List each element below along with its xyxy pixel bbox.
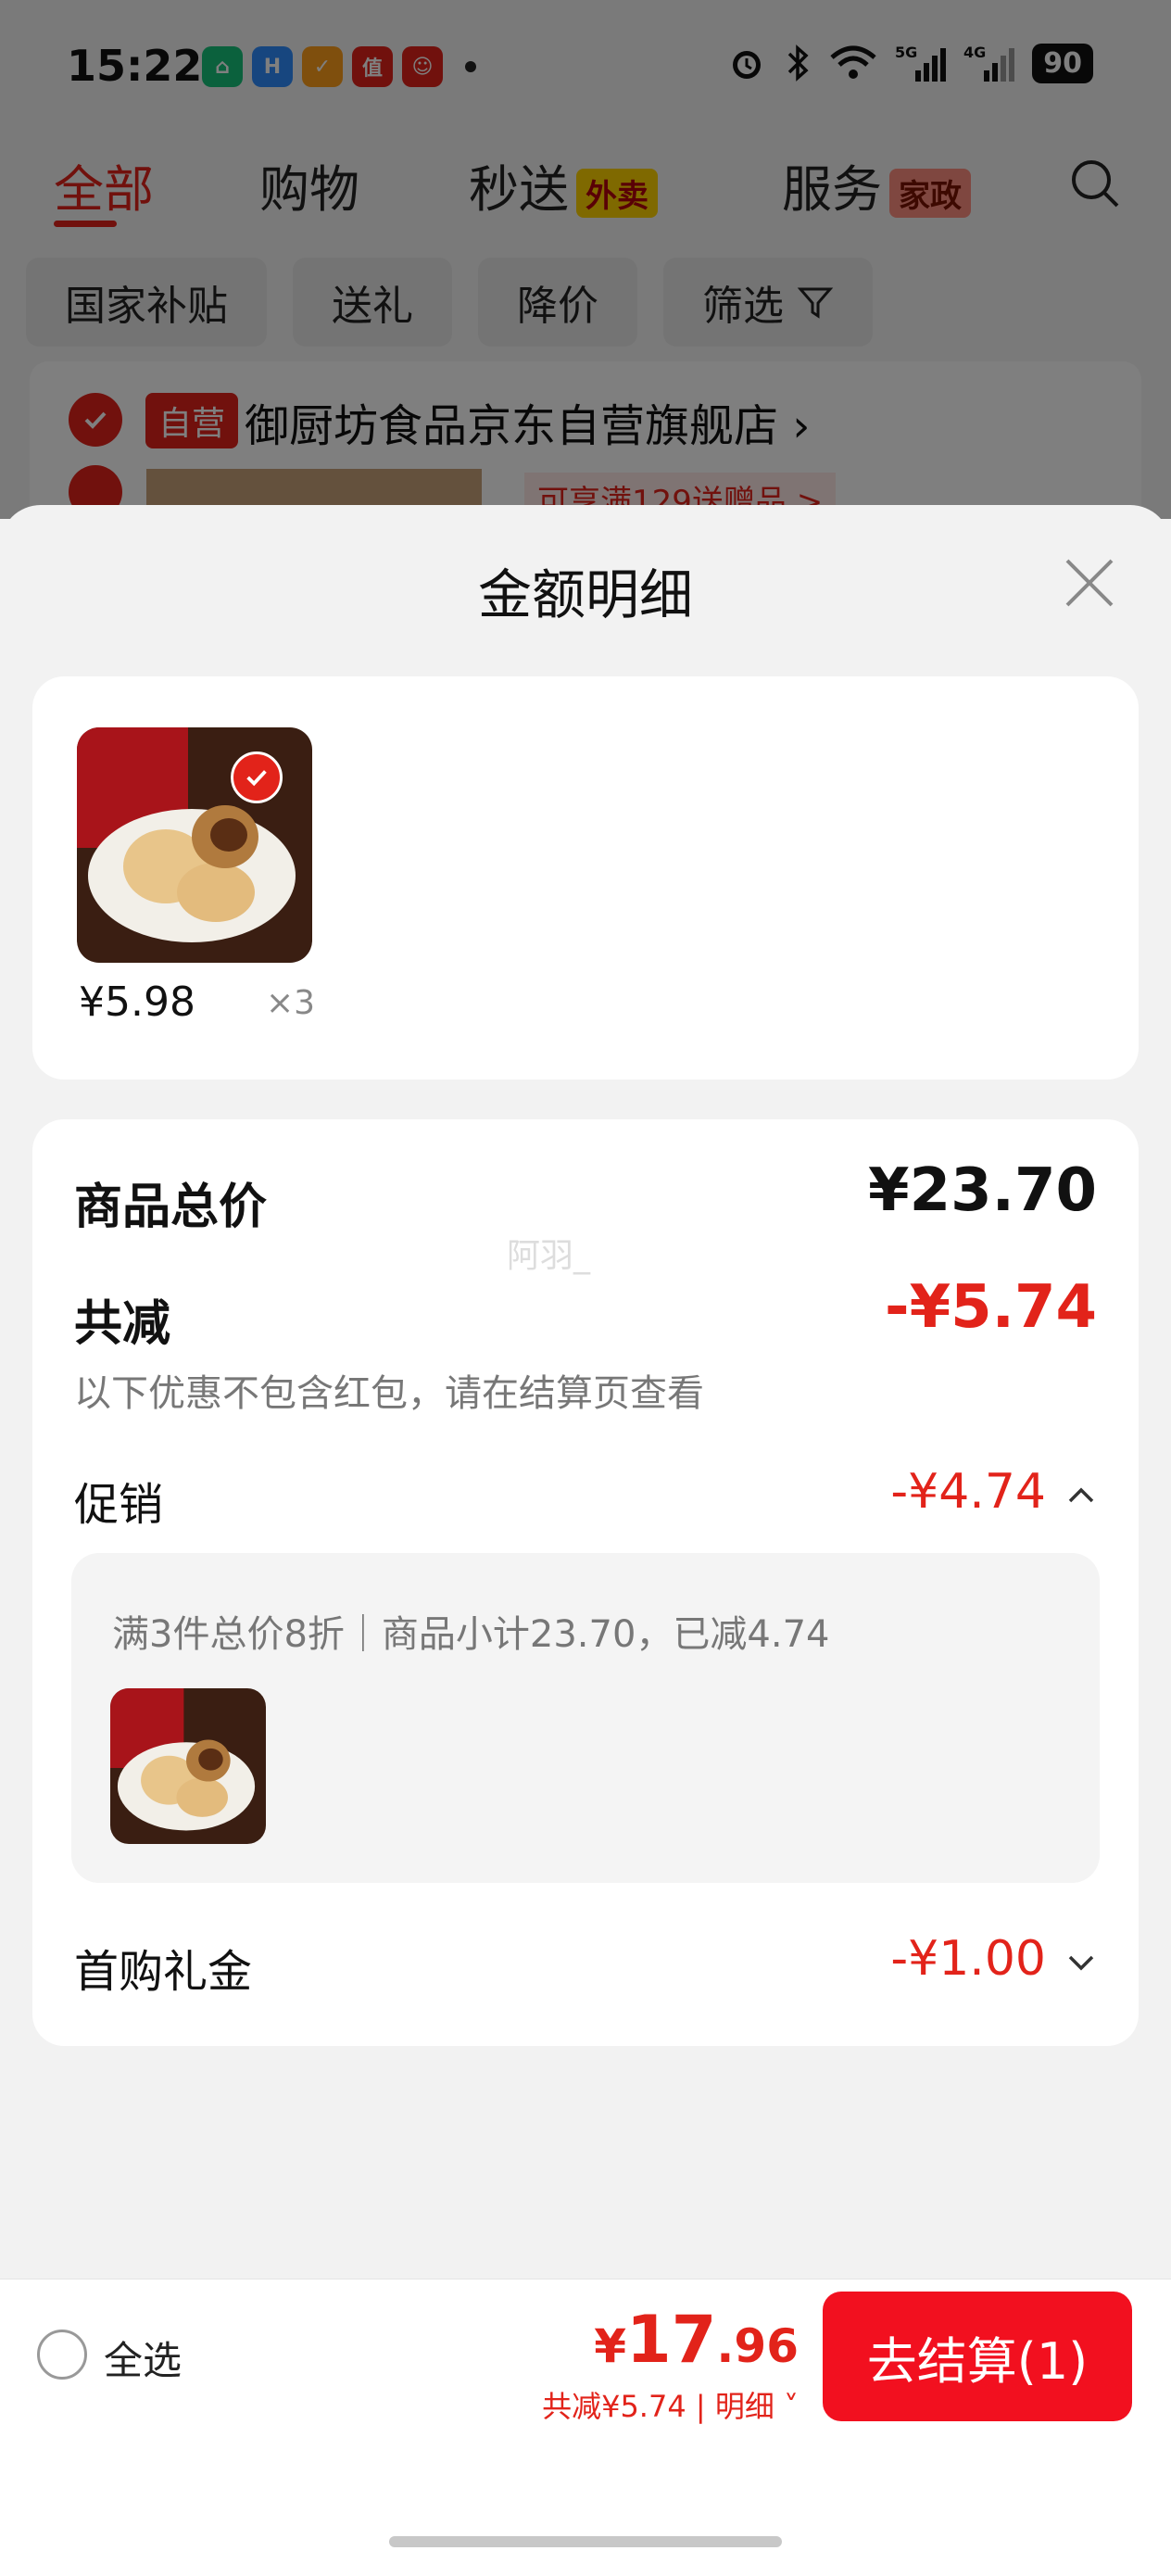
close-icon[interactable]: [1062, 555, 1117, 611]
amount-detail-sheet: 金额明细 ¥5.98 ×3 商品总价 ¥23.70 阿羽_ 共减 -¥5.74 …: [0, 505, 1171, 2576]
discount-label: 共减: [74, 1296, 171, 1352]
watermark-text: 阿羽_: [507, 1237, 591, 1275]
chevron-up-icon[interactable]: [1063, 1477, 1100, 1514]
first-purchase-gift-label: 首购礼金: [74, 1946, 253, 1998]
first-purchase-gift-value[interactable]: -¥1.00: [890, 1931, 1046, 1987]
checkout-bar: 全选 ¥17.96 共减¥5.74 | 明细 ˅ 去结算(1): [0, 2279, 1171, 2432]
subtotal-value: ¥23.70: [868, 1156, 1097, 1225]
checkout-button[interactable]: 去结算(1): [823, 2292, 1132, 2421]
select-all-radio[interactable]: [37, 2330, 87, 2380]
total-price: ¥17.96: [594, 2302, 799, 2378]
total-integer: 17: [626, 2302, 717, 2378]
saved-detail-link[interactable]: 共减¥5.74 | 明细 ˅: [542, 2383, 799, 2426]
sheet-title: 金额明细: [477, 563, 693, 626]
saved-text: 共减¥5.74 | 明细: [542, 2389, 774, 2424]
promotion-detail-box: 满3件总价8折｜商品小计23.70，已减4.74: [71, 1553, 1100, 1883]
promotion-label: 促销: [74, 1479, 164, 1531]
price-breakdown-card: 商品总价 ¥23.70 阿羽_ 共减 -¥5.74 以下优惠不包含红包，请在结算…: [32, 1119, 1139, 2046]
product-thumbnail[interactable]: [77, 727, 312, 963]
chevron-down-icon[interactable]: [1063, 1944, 1100, 1981]
item-quantity: ×3: [266, 984, 316, 1022]
promotion-description: 满3件总价8折｜商品小计23.70，已减4.74: [112, 1613, 830, 1656]
item-unit-price: ¥5.98: [79, 979, 195, 1026]
item-card: ¥5.98 ×3: [32, 676, 1139, 1080]
promotion-value[interactable]: -¥4.74: [890, 1464, 1046, 1520]
total-decimal: .96: [716, 2319, 799, 2373]
discount-note: 以下优惠不包含红包，请在结算页查看: [74, 1372, 704, 1415]
select-all-label[interactable]: 全选: [104, 2330, 182, 2386]
promotion-product-thumbnail: [110, 1688, 266, 1844]
selected-check-icon: [231, 751, 283, 803]
home-indicator[interactable]: [389, 2536, 782, 2547]
total-currency: ¥: [594, 2319, 626, 2373]
subtotal-label: 商品总价: [74, 1180, 268, 1235]
system-nav-area: [0, 2431, 1171, 2576]
discount-value: -¥5.74: [885, 1273, 1097, 1342]
dim-overlay[interactable]: [0, 0, 1171, 519]
